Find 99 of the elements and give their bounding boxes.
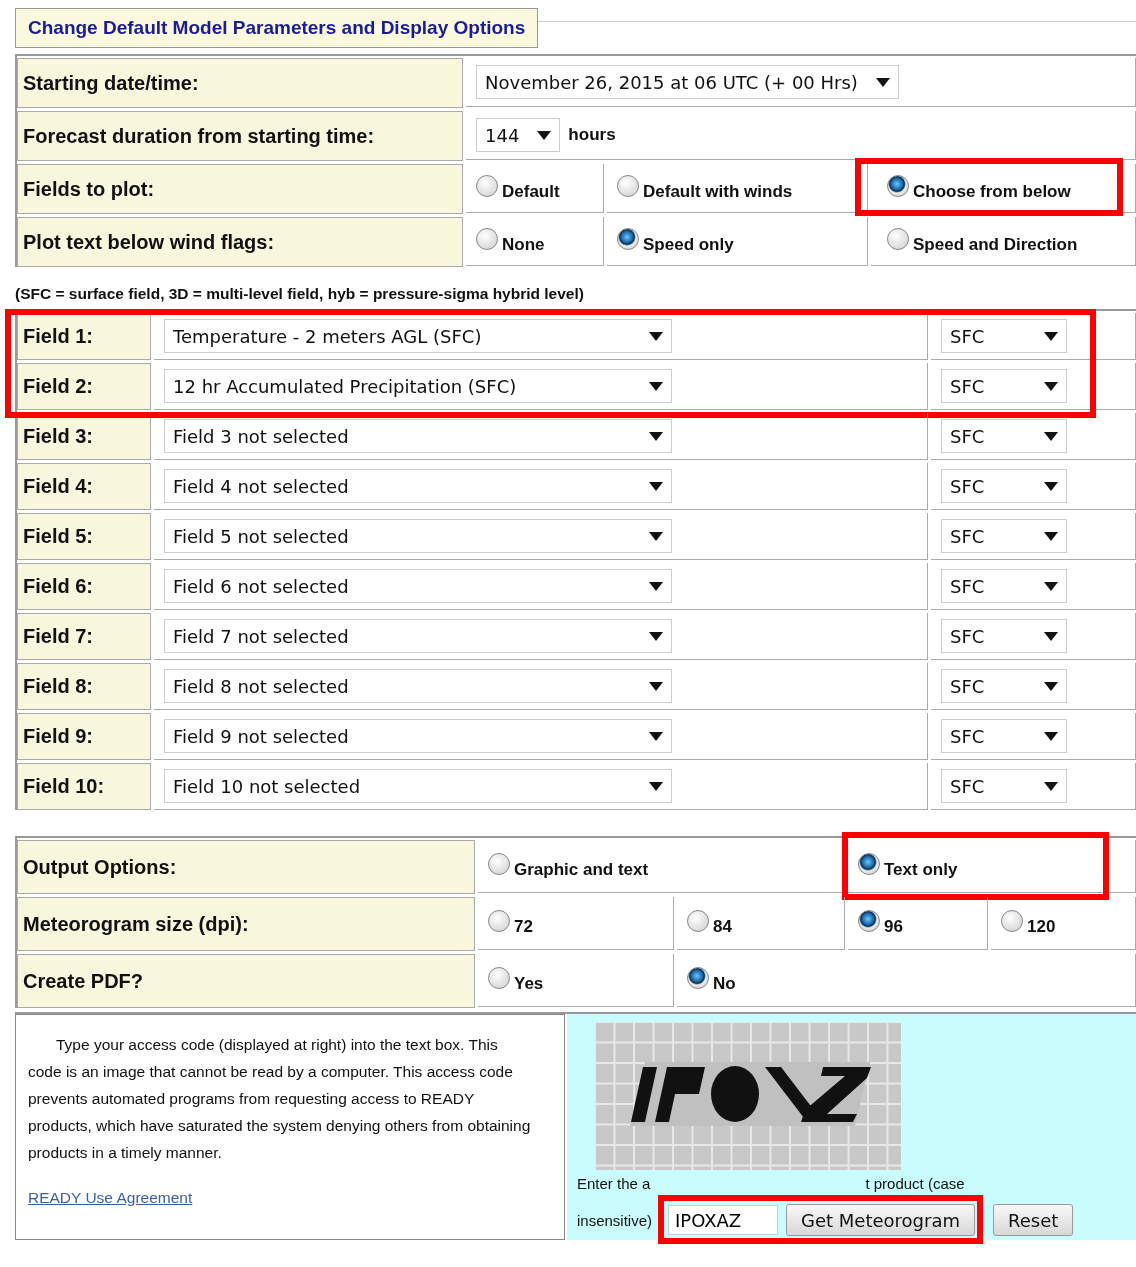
level-dropdown[interactable]: SFC — [941, 469, 1067, 503]
prompt-text: Enter the a — [577, 1174, 651, 1192]
level-dropdown[interactable]: SFC — [941, 719, 1067, 753]
radio-option[interactable]: Default — [476, 174, 560, 202]
field-dropdown[interactable]: Field 8 not selected — [164, 669, 672, 703]
radio-button[interactable] — [488, 967, 510, 989]
field-label: Field 10: — [17, 763, 151, 810]
caret-icon — [1044, 481, 1058, 491]
caret-icon — [1044, 731, 1058, 741]
field-dropdown[interactable]: 12 hr Accumulated Precipitation (SFC) — [164, 369, 672, 403]
dropdown[interactable]: 144 — [476, 118, 561, 152]
setting-label: Plot text below wind flags: — [17, 217, 463, 267]
radio-option[interactable]: No — [687, 966, 736, 994]
radio-option[interactable]: Default with winds — [617, 174, 793, 202]
radio-option[interactable]: 120 — [1001, 909, 1056, 937]
unit-label: hours — [568, 125, 616, 145]
radio-option[interactable]: 96 — [858, 909, 903, 937]
radio-button[interactable] — [617, 175, 639, 197]
field-dropdown[interactable]: Field 4 not selected — [164, 469, 672, 503]
radio-button[interactable] — [476, 175, 498, 197]
caret-icon — [649, 481, 663, 491]
radio-button[interactable] — [1001, 910, 1023, 932]
radio-button[interactable] — [617, 228, 639, 250]
level-dropdown[interactable]: SFC — [941, 319, 1067, 353]
setting-label: Forecast duration from starting time: — [17, 111, 463, 161]
field-label: Field 6: — [17, 563, 151, 610]
dropdown[interactable]: November 26, 2015 at 06 UTC (+ 00 Hrs) — [476, 65, 899, 99]
caret-icon — [1044, 681, 1058, 691]
submit-button[interactable]: Get Meteorogram — [786, 1204, 975, 1236]
option-label: Meteorogram size (dpi): — [17, 897, 475, 951]
radio-option[interactable]: Graphic and text — [488, 852, 649, 880]
option-label: Output Options: — [17, 840, 475, 894]
radio-option[interactable]: 72 — [488, 909, 533, 937]
radio-option[interactable]: Speed and Direction — [887, 227, 1078, 255]
caret-icon — [875, 77, 890, 87]
level-dropdown[interactable]: SFC — [941, 369, 1067, 403]
field-dropdown[interactable]: Field 3 not selected — [164, 419, 672, 453]
level-dropdown[interactable]: SFC — [941, 769, 1067, 803]
caret-icon — [649, 631, 663, 641]
radio-option[interactable]: None — [476, 227, 545, 255]
radio-button[interactable] — [858, 910, 880, 932]
radio-button[interactable] — [687, 967, 709, 989]
field-dropdown[interactable]: Field 7 not selected — [164, 619, 672, 653]
level-dropdown[interactable]: SFC — [941, 419, 1067, 453]
radio-button[interactable] — [687, 910, 709, 932]
caret-icon — [537, 130, 552, 140]
radio-option[interactable]: Choose from below — [887, 174, 1071, 202]
radio-option[interactable]: Text only — [858, 852, 958, 880]
instructions-text: Type your access code (displayed at right) into the text box. This code is an image that cannot be read by a computer. This access code prevents automated programs from requesting access to READY products, which have saturated the system denying others from obtaining products in a timely manner. — [28, 1035, 532, 1163]
field-label: Field 8: — [17, 663, 151, 710]
radio-button[interactable] — [476, 228, 498, 250]
caret-icon — [649, 731, 663, 741]
prompt-text: insensitive) — [577, 1211, 653, 1229]
field-label: Field 7: — [17, 613, 151, 660]
field-dropdown[interactable]: Temperature - 2 meters AGL (SFC) — [164, 319, 672, 353]
level-dropdown[interactable]: SFC — [941, 669, 1067, 703]
radio-option[interactable]: Yes — [488, 966, 544, 994]
radio-option[interactable]: Speed only — [617, 227, 734, 255]
caret-icon — [1044, 531, 1058, 541]
radio-button[interactable] — [858, 853, 880, 875]
field-label: Field 9: — [17, 713, 151, 760]
caret-icon — [649, 381, 663, 391]
caret-icon — [1044, 581, 1058, 591]
radio-button[interactable] — [887, 175, 909, 197]
caret-icon — [649, 781, 663, 791]
radio-button[interactable] — [887, 228, 909, 250]
caret-icon — [649, 331, 663, 341]
level-dropdown[interactable]: SFC — [941, 619, 1067, 653]
caret-icon — [649, 431, 663, 441]
reset-button[interactable]: Reset — [993, 1204, 1074, 1236]
legend-note: (SFC = surface field, 3D = multi-level field, hyb = pressure-sigma hybrid level) — [15, 285, 585, 303]
field-label: Field 2: — [17, 363, 151, 410]
prompt-text: t product (case — [865, 1174, 965, 1192]
setting-label: Starting date/time: — [17, 58, 463, 108]
setting-label: Fields to plot: — [17, 164, 463, 214]
radio-option[interactable]: 84 — [687, 909, 732, 937]
caret-icon — [1044, 781, 1058, 791]
field-label: Field 4: — [17, 463, 151, 510]
caret-icon — [649, 531, 663, 541]
caret-icon — [1044, 381, 1058, 391]
field-dropdown[interactable]: Field 5 not selected — [164, 519, 672, 553]
level-dropdown[interactable]: SFC — [941, 519, 1067, 553]
caret-icon — [649, 681, 663, 691]
agreement-link[interactable]: READY Use Agreement — [28, 1184, 193, 1211]
field-label: Field 5: — [17, 513, 151, 560]
caret-icon — [1044, 331, 1058, 341]
caret-icon — [1044, 631, 1058, 641]
field-label: Field 1: — [17, 313, 151, 360]
level-dropdown[interactable]: SFC — [941, 569, 1067, 603]
field-dropdown[interactable]: Field 10 not selected — [164, 769, 672, 803]
section-title: Change Default Model Parameters and Display Options — [15, 8, 539, 48]
access-code-field[interactable]: IPOXAZ — [668, 1205, 779, 1235]
field-dropdown[interactable]: Field 9 not selected — [164, 719, 672, 753]
radio-button[interactable] — [488, 910, 510, 932]
option-label: Create PDF? — [17, 954, 475, 1008]
field-dropdown[interactable]: Field 6 not selected — [164, 569, 672, 603]
radio-button[interactable] — [488, 853, 510, 875]
caret-icon — [649, 581, 663, 591]
caret-icon — [1044, 431, 1058, 441]
